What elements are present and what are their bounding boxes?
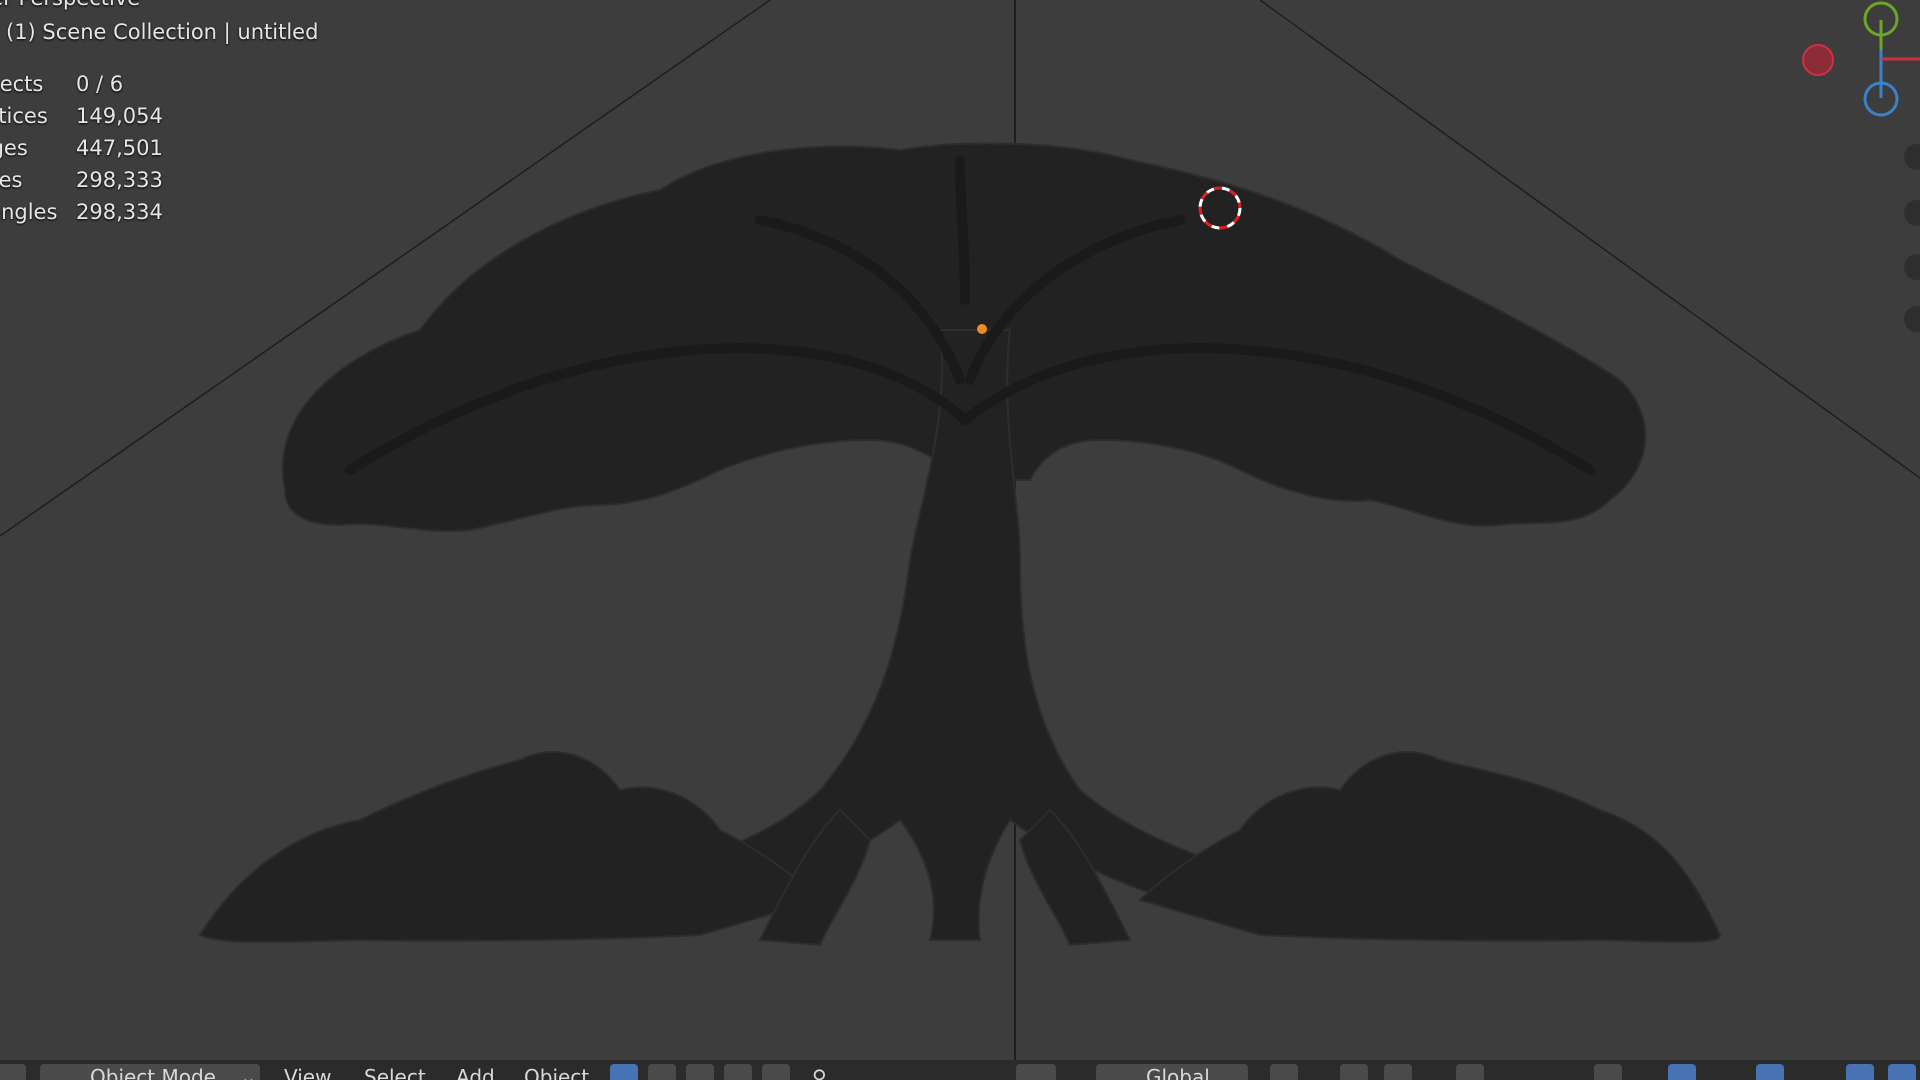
visibility-eye-icon[interactable] (1594, 1064, 1622, 1080)
select-intersect-icon[interactable] (762, 1064, 790, 1080)
stat-value-edges: 447,501 (76, 136, 163, 160)
snap-icon[interactable] (1340, 1064, 1368, 1080)
stat-label-objects: Objects (0, 72, 44, 96)
3d-viewport[interactable]: User Perspective (1) Scene Collection | … (0, 0, 1920, 1060)
xray-toggle-icon[interactable] (1846, 1064, 1874, 1080)
menu-object[interactable]: Object (524, 1064, 589, 1080)
scene-view (0, 0, 1920, 1060)
stat-value-triangles: 298,334 (76, 200, 163, 224)
stat-value-faces: 298,333 (76, 168, 163, 192)
view-name: User Perspective (0, 0, 140, 10)
gizmo-neg-x-ball (1802, 44, 1834, 76)
snap-target-icon[interactable] (1384, 1064, 1412, 1080)
select-invert-icon[interactable] (724, 1064, 752, 1080)
stat-label-triangles: Triangles (0, 200, 58, 224)
collection-label: (1) Scene Collection | untitled (6, 20, 319, 44)
stat-label-faces: Faces (0, 168, 23, 192)
mode-label: Object Mode (90, 1065, 216, 1080)
proportional-edit-icon[interactable] (1456, 1064, 1484, 1080)
object-origin-dot (977, 324, 987, 334)
select-box-icon[interactable] (610, 1064, 638, 1080)
search-icon[interactable]: ⚲ (812, 1064, 827, 1080)
navigation-gizmo[interactable] (1760, 0, 1920, 120)
chevron-down-icon: ⌄ (240, 1065, 257, 1080)
orientation-label: Global (1146, 1065, 1210, 1080)
stat-label-edges: Edges (0, 136, 28, 160)
collapse-button[interactable] (1016, 1064, 1056, 1080)
select-extend-icon[interactable] (648, 1064, 676, 1080)
gizmo-toggle-icon[interactable] (1668, 1064, 1696, 1080)
overlay-toggle-icon[interactable] (1756, 1064, 1784, 1080)
menu-select[interactable]: Select (364, 1064, 426, 1080)
stat-label-vertices: Vertices (0, 104, 48, 128)
editor-type-button[interactable] (0, 1064, 26, 1080)
viewport-header: Object Mode ⌄ View Select Add Object ⚲ G… (0, 1060, 1920, 1080)
stat-value-objects: 0 / 6 (76, 72, 124, 96)
shading-wireframe-icon[interactable] (1888, 1064, 1916, 1080)
menu-view[interactable]: View (284, 1064, 331, 1080)
stat-value-vertices: 149,054 (76, 104, 163, 128)
menu-add[interactable]: Add (456, 1064, 495, 1080)
pivot-point-icon[interactable] (1270, 1064, 1298, 1080)
select-subtract-icon[interactable] (686, 1064, 714, 1080)
